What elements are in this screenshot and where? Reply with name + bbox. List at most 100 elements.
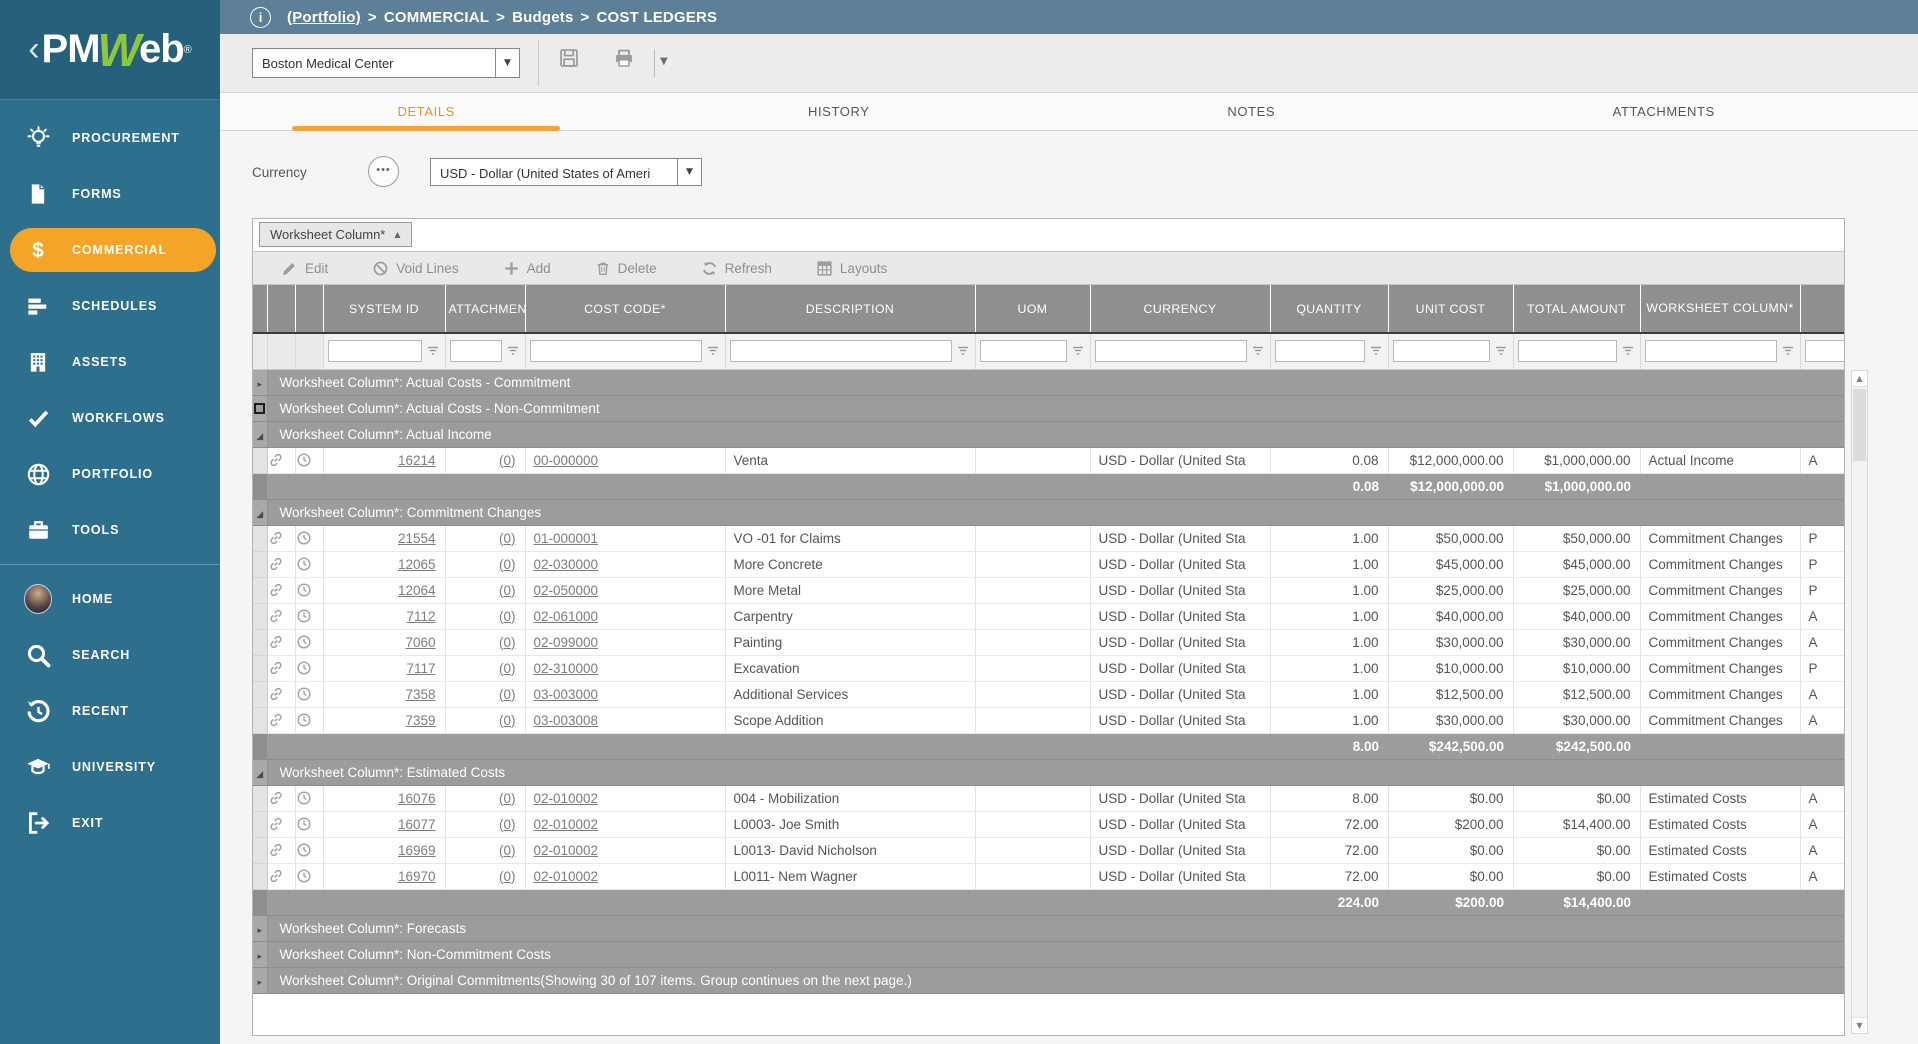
group-expand-toggle[interactable]: ◢ (253, 759, 267, 785)
filter-input[interactable] (1805, 340, 1845, 362)
sidebar-item-exit[interactable]: EXIT (0, 795, 220, 851)
vertical-scrollbar[interactable]: ▲ ▼ (1851, 370, 1868, 1034)
breadcrumb-segment-commercial[interactable]: COMMERCIAL (384, 9, 489, 26)
scroll-down-arrow-icon[interactable]: ▼ (1852, 1017, 1867, 1033)
link-icon-cell[interactable] (267, 577, 295, 603)
group-expand-focus-box[interactable] (254, 403, 265, 414)
currency-select[interactable]: USD - Dollar (United States of Ameri ▼ (430, 158, 702, 186)
sidebar-item-forms[interactable]: FORMS (0, 166, 220, 222)
column-header-attachment[interactable]: ATTACHMENT (445, 285, 525, 333)
group-expand-toggle[interactable] (253, 395, 267, 421)
cost-code-link[interactable]: 02-061000 (534, 609, 599, 624)
info-icon[interactable]: i (250, 7, 271, 28)
attachments-link[interactable]: (0) (499, 531, 516, 546)
group-expand-toggle[interactable]: ◢ (253, 499, 267, 525)
group-row[interactable]: ▸Worksheet Column*: Forecasts (253, 915, 1844, 941)
system-id-link[interactable]: 16969 (398, 843, 436, 858)
history-icon-cell[interactable] (295, 603, 323, 629)
refresh-button[interactable]: Refresh (701, 260, 772, 277)
system-id-link[interactable]: 12064 (398, 583, 436, 598)
group-row[interactable]: ▸Worksheet Column*: Actual Costs - Commi… (253, 369, 1844, 395)
group-row[interactable]: ◢Worksheet Column*: Estimated Costs (253, 759, 1844, 785)
filter-funnel-icon[interactable] (425, 343, 441, 359)
history-icon-cell[interactable] (295, 629, 323, 655)
cost-code-link[interactable]: 02-099000 (534, 635, 599, 650)
cost-code-link[interactable]: 01-000001 (534, 531, 599, 546)
column-header-quantity[interactable]: QUANTITY (1270, 285, 1388, 333)
history-icon-cell[interactable] (295, 837, 323, 863)
column-header-unit-cost[interactable]: UNIT COST (1388, 285, 1513, 333)
group-expand-toggle[interactable]: ▸ (253, 369, 267, 395)
link-icon-cell[interactable] (267, 863, 295, 889)
group-row[interactable]: ▸Worksheet Column*: Non-Commitment Costs (253, 941, 1844, 967)
sidebar-item-search[interactable]: SEARCH (0, 627, 220, 683)
filter-funnel-icon[interactable] (1493, 343, 1509, 359)
filter-input[interactable] (450, 340, 502, 362)
group-expand-toggle[interactable]: ▸ (253, 915, 267, 941)
cost-code-link[interactable]: 02-010002 (534, 791, 599, 806)
attachments-link[interactable]: (0) (499, 635, 516, 650)
layouts-button[interactable]: Layouts (816, 260, 887, 277)
cost-code-link[interactable]: 03-003008 (534, 713, 599, 728)
filter-funnel-icon[interactable] (1070, 343, 1086, 359)
sidebar-item-university[interactable]: UNIVERSITY (0, 739, 220, 795)
system-id-link[interactable]: 16077 (398, 817, 436, 832)
cost-code-link[interactable]: 02-050000 (534, 583, 599, 598)
cost-code-link[interactable]: 02-010002 (534, 843, 599, 858)
column-header-total-amount[interactable]: TOTAL AMOUNT (1513, 285, 1640, 333)
cost-code-link[interactable]: 02-310000 (534, 661, 599, 676)
filter-input[interactable] (1275, 340, 1365, 362)
system-id-link[interactable]: 7117 (406, 661, 435, 676)
column-header-uom[interactable]: UOM (975, 285, 1090, 333)
sidebar-item-commercial[interactable]: $COMMERCIAL (0, 222, 220, 278)
attachments-link[interactable]: (0) (499, 713, 516, 728)
history-icon-cell[interactable] (295, 707, 323, 733)
link-icon-cell[interactable] (267, 811, 295, 837)
cost-code-link[interactable]: 00-000000 (534, 453, 599, 468)
column-header-currency[interactable]: CURRENCY (1090, 285, 1270, 333)
void-lines-button[interactable]: Void Lines (372, 260, 458, 277)
tab-history[interactable]: HISTORY (633, 93, 1046, 130)
print-button[interactable] (612, 47, 636, 69)
sidebar-item-tools[interactable]: TOOLS (0, 502, 220, 558)
link-icon-cell[interactable] (267, 603, 295, 629)
group-expand-toggle[interactable]: ◢ (253, 421, 267, 447)
filter-input[interactable] (1645, 340, 1777, 362)
link-icon-cell[interactable] (267, 629, 295, 655)
sidebar-item-recent[interactable]: RECENT (0, 683, 220, 739)
system-id-link[interactable]: 21554 (398, 531, 436, 546)
attachments-link[interactable]: (0) (499, 453, 516, 468)
filter-funnel-icon[interactable] (1620, 343, 1636, 359)
attachments-link[interactable]: (0) (499, 661, 516, 676)
link-icon-cell[interactable] (267, 707, 295, 733)
system-id-link[interactable]: 7112 (406, 609, 435, 624)
group-row[interactable]: ▸Worksheet Column*: Original Commitments… (253, 967, 1844, 993)
group-expand-toggle[interactable]: ▸ (253, 941, 267, 967)
filter-input[interactable] (1393, 340, 1490, 362)
system-id-link[interactable]: 16214 (398, 453, 436, 468)
filter-funnel-icon[interactable] (1368, 343, 1384, 359)
link-icon-cell[interactable] (267, 525, 295, 551)
link-icon-cell[interactable] (267, 447, 295, 473)
group-expand-toggle[interactable]: ▸ (253, 967, 267, 993)
sidebar-item-procurement[interactable]: PROCUREMENT (0, 110, 220, 166)
column-header-cost-code[interactable]: COST CODE* (525, 285, 725, 333)
filter-input[interactable] (730, 340, 952, 362)
system-id-link[interactable]: 7358 (405, 687, 435, 702)
link-icon-cell[interactable] (267, 785, 295, 811)
history-icon-cell[interactable] (295, 551, 323, 577)
column-header-blank-2[interactable] (295, 285, 323, 333)
scroll-up-arrow-icon[interactable]: ▲ (1852, 371, 1867, 387)
filter-funnel-icon[interactable] (955, 343, 971, 359)
save-button[interactable] (558, 47, 580, 69)
group-row[interactable]: Worksheet Column*: Actual Costs - Non-Co… (253, 395, 1844, 421)
attachments-link[interactable]: (0) (499, 817, 516, 832)
history-icon-cell[interactable] (295, 863, 323, 889)
history-icon-cell[interactable] (295, 655, 323, 681)
sidebar-item-portfolio[interactable]: PORTFOLIO (0, 446, 220, 502)
group-by-chip[interactable]: Worksheet Column* ▲ (259, 222, 412, 247)
history-icon-cell[interactable] (295, 447, 323, 473)
filter-funnel-icon[interactable] (705, 343, 721, 359)
sidebar-item-schedules[interactable]: SCHEDULES (0, 278, 220, 334)
system-id-link[interactable]: 7359 (405, 713, 435, 728)
